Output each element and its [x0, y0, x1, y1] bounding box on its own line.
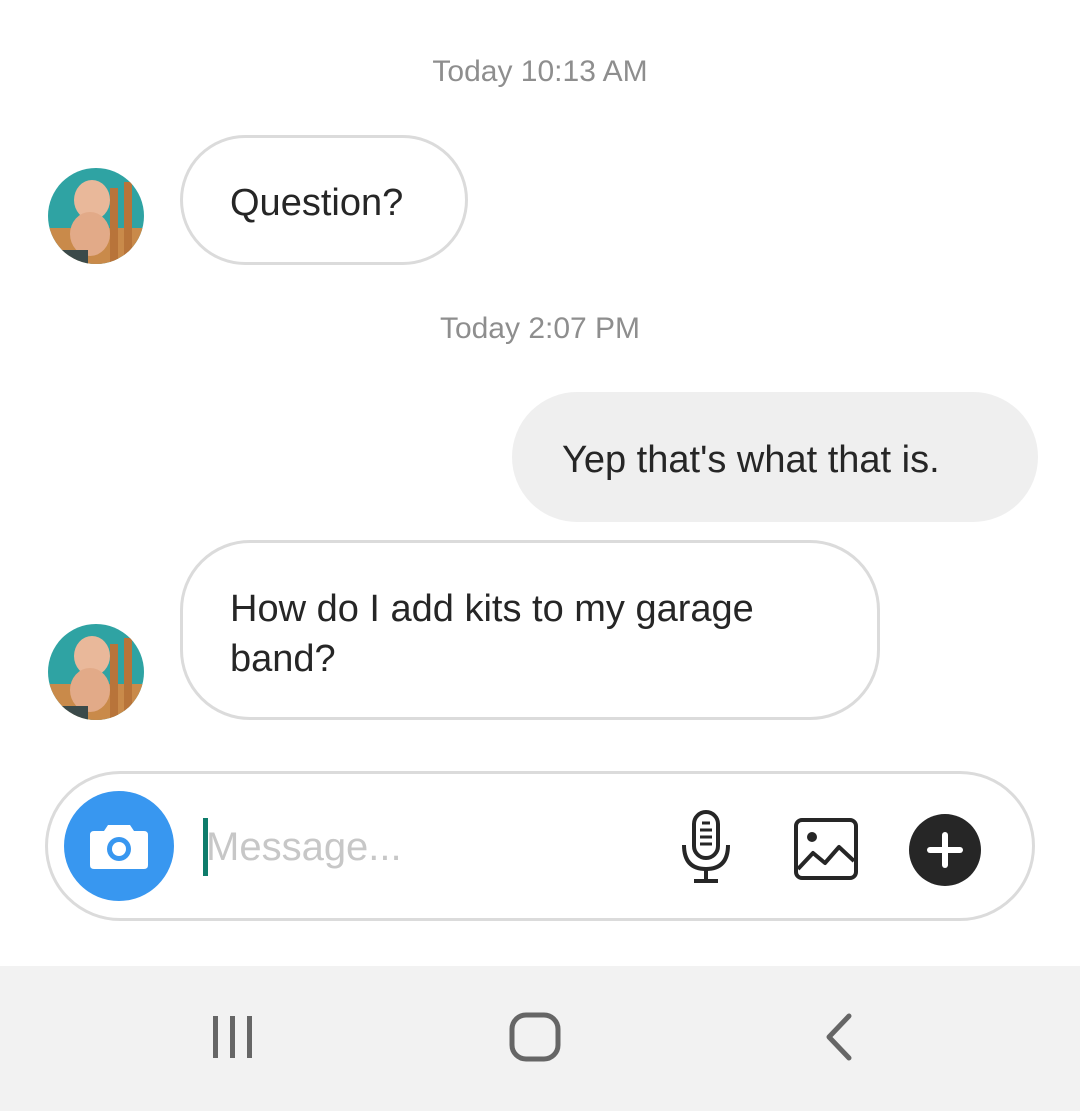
plus-icon: [909, 814, 981, 886]
message-text: Yep that's what that is.: [562, 439, 940, 481]
gallery-button[interactable]: [792, 816, 860, 882]
back-icon: [826, 1013, 852, 1061]
avatar[interactable]: [48, 624, 144, 720]
recent-apps-button[interactable]: [198, 1006, 268, 1068]
recent-apps-icon: [213, 1016, 252, 1058]
gallery-icon: [794, 818, 858, 880]
message-bubble-outgoing[interactable]: Yep that's what that is.: [512, 392, 1038, 522]
message-text: How do I add kits to my garage band?: [230, 588, 754, 680]
direct-message-screen: Today 10:13 AM Question? Today 2:07 PM Y…: [0, 0, 1080, 1111]
avatar[interactable]: [48, 168, 144, 264]
back-button[interactable]: [808, 1006, 868, 1068]
more-options-button[interactable]: [909, 814, 981, 886]
message-composer: [45, 771, 1035, 921]
timestamp: Today 10:13 AM: [432, 55, 648, 88]
message-bubble-incoming[interactable]: How do I add kits to my garage band?: [180, 540, 880, 720]
microphone-button[interactable]: [676, 809, 736, 885]
message-text: Question?: [230, 182, 404, 224]
message-input[interactable]: [206, 814, 646, 880]
system-navigation-bar: [0, 966, 1080, 1111]
microphone-icon: [682, 810, 730, 883]
camera-button[interactable]: [64, 791, 174, 901]
timestamp: Today 2:07 PM: [439, 312, 641, 345]
home-icon: [509, 1012, 561, 1062]
home-button[interactable]: [500, 1006, 570, 1068]
message-bubble-incoming[interactable]: Question?: [180, 135, 468, 265]
camera-icon: [90, 825, 148, 869]
